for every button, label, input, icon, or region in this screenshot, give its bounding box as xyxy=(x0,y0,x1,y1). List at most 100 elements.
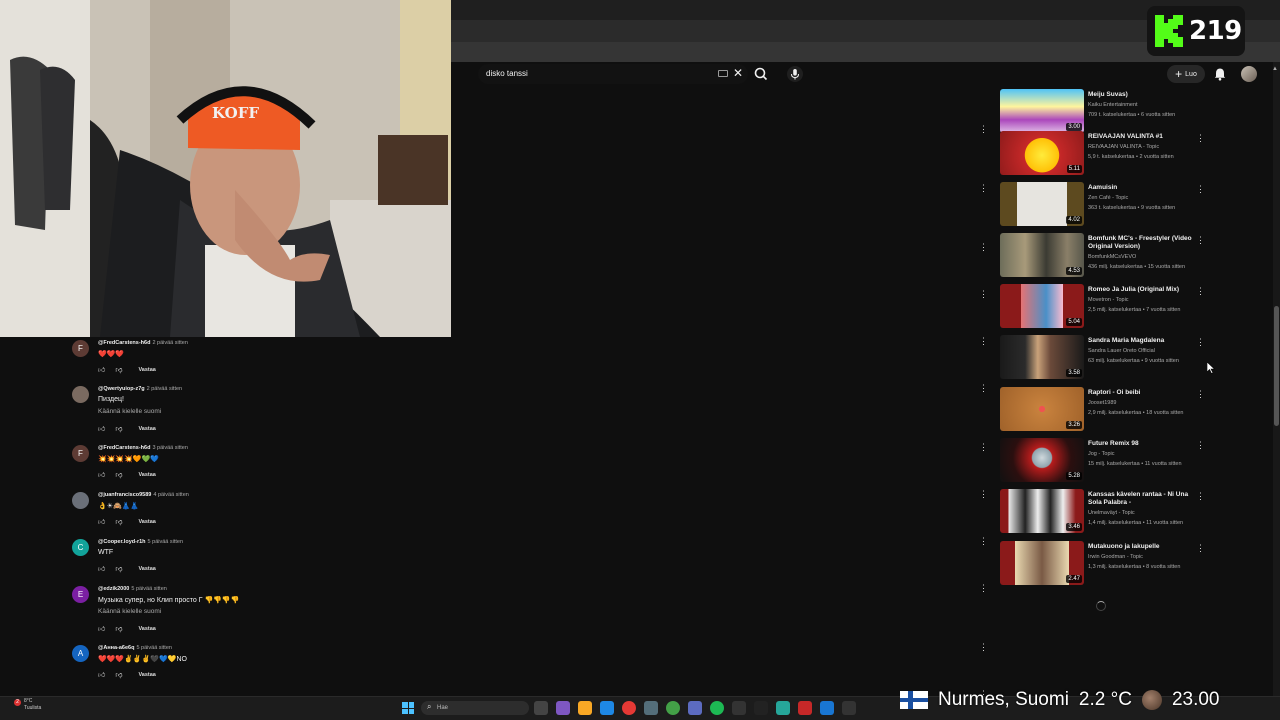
clear-search-icon[interactable]: ✕ xyxy=(733,66,743,80)
like-icon[interactable]: 👍︎ xyxy=(98,470,105,479)
channel-name[interactable]: Irwin Goodman - Topic xyxy=(1088,554,1143,560)
edge-icon[interactable] xyxy=(600,701,614,715)
comment-avatar[interactable]: E xyxy=(72,586,89,603)
video-thumbnail[interactable]: 5.28 xyxy=(1000,438,1084,482)
app-icon[interactable] xyxy=(754,701,768,715)
dislike-icon[interactable]: 👎︎ xyxy=(115,470,122,479)
more-options-icon[interactable]: ⋮ xyxy=(1196,286,1205,297)
page-scrollbar-thumb[interactable] xyxy=(1274,306,1279,426)
more-options-icon[interactable]: ⋮ xyxy=(979,489,988,500)
spotify-icon[interactable] xyxy=(710,701,724,715)
app-icon[interactable] xyxy=(776,701,790,715)
video-thumbnail[interactable]: 5.04 xyxy=(1000,284,1084,328)
video-title[interactable]: Sandra Maria Magdalena xyxy=(1088,337,1200,345)
more-options-icon[interactable]: ⋮ xyxy=(979,583,988,594)
voice-search-button[interactable] xyxy=(786,64,804,84)
recommendation-item[interactable]: 3.26 Raptori - Oi beibi Jooset1989 2,9 m… xyxy=(1000,387,1210,431)
translate-link[interactable]: Käännä kielelle suomi xyxy=(98,408,161,415)
recommendation-item[interactable]: 2.47 Mutakuono ja lakupelle Irwin Goodma… xyxy=(1000,541,1210,585)
like-icon[interactable]: 👍︎ xyxy=(98,365,105,374)
channel-name[interactable]: Jog - Topic xyxy=(1088,451,1115,457)
video-thumbnail[interactable]: 4.53 xyxy=(1000,233,1084,277)
recommendation-item[interactable]: 5.04 Romeo Ja Julia (Original Mix) Movet… xyxy=(1000,284,1210,328)
like-icon[interactable]: 👍︎ xyxy=(98,670,105,679)
video-thumbnail[interactable]: 2.47 xyxy=(1000,541,1084,585)
more-options-icon[interactable]: ⋮ xyxy=(1196,337,1205,348)
dislike-icon[interactable]: 👎︎ xyxy=(115,670,122,679)
more-options-icon[interactable]: ⋮ xyxy=(1196,440,1205,451)
taskbar-search[interactable]: Hae xyxy=(421,701,529,715)
steam-icon[interactable] xyxy=(644,701,658,715)
reply-button[interactable]: Vastaa xyxy=(138,626,155,632)
recommendation-item[interactable]: 4.53 Bomfunk MC's - Freestyler (Video Or… xyxy=(1000,233,1210,277)
scroll-up-arrow-icon[interactable]: ▲ xyxy=(1272,66,1278,72)
reply-button[interactable]: Vastaa xyxy=(138,472,155,478)
notifications-button[interactable] xyxy=(1213,67,1227,81)
recommendation-item[interactable]: 3.00 Meiju Suvas) Kaiku Entertainment 70… xyxy=(1000,89,1210,133)
search-input[interactable]: disko tanssi xyxy=(486,69,528,78)
task-view-icon[interactable] xyxy=(534,701,548,715)
app-icon[interactable] xyxy=(820,701,834,715)
create-button[interactable]: + Luo xyxy=(1167,65,1205,83)
chrome-icon[interactable] xyxy=(622,701,636,715)
video-title[interactable]: Kanssas kävelen rantaa - Ni Una Sola Pal… xyxy=(1088,491,1200,507)
recommendation-item[interactable]: 3.58 Sandra Maria Magdalena Sandra Lauer… xyxy=(1000,335,1210,379)
reply-button[interactable]: Vastaa xyxy=(138,519,155,525)
comment-author[interactable]: @FredCarstens-h6d 2 päivää sitten xyxy=(98,340,188,346)
video-title[interactable]: Future Remix 98 xyxy=(1088,440,1200,448)
reply-button[interactable]: Vastaa xyxy=(138,672,155,678)
channel-name[interactable]: Jooset1989 xyxy=(1088,400,1116,406)
discord-icon[interactable] xyxy=(688,701,702,715)
reply-button[interactable]: Vastaa xyxy=(138,566,155,572)
comment-author[interactable]: @Qwertyuiop-z7g 2 päivää sitten xyxy=(98,386,182,392)
comment-avatar[interactable] xyxy=(72,386,89,403)
dislike-icon[interactable]: 👎︎ xyxy=(115,424,122,433)
more-options-icon[interactable]: ⋮ xyxy=(1196,133,1205,144)
comment-author[interactable]: @Анна-a6e6q 5 päivää sitten xyxy=(98,645,172,651)
more-options-icon[interactable]: ⋮ xyxy=(1196,491,1205,502)
comment-author[interactable]: @juanfrancisco9589 4 päivää sitten xyxy=(98,492,189,498)
channel-name[interactable]: Sandra Lauer Oreto Official xyxy=(1088,348,1155,354)
windows-start-icon[interactable] xyxy=(402,702,414,714)
video-thumbnail[interactable]: 3.26 xyxy=(1000,387,1084,431)
more-options-icon[interactable]: ⋮ xyxy=(979,536,988,547)
comment-avatar[interactable]: A xyxy=(72,645,89,662)
comment-avatar[interactable] xyxy=(72,492,89,509)
like-icon[interactable]: 👍︎ xyxy=(98,624,105,633)
comment-avatar[interactable]: F xyxy=(72,445,89,462)
more-options-icon[interactable]: ⋮ xyxy=(1196,184,1205,195)
video-title[interactable]: Meiju Suvas) xyxy=(1088,91,1200,99)
search-button[interactable] xyxy=(752,66,770,82)
video-title[interactable]: Raptori - Oi beibi xyxy=(1088,389,1200,397)
recommendation-item[interactable]: 5.11 REIVAAJAN VALINTA #1 REIVAAJAN VALI… xyxy=(1000,131,1210,175)
channel-name[interactable]: Unelmaväyt - Topic xyxy=(1088,510,1135,516)
channel-name[interactable]: Kaiku Entertainment xyxy=(1088,102,1138,108)
video-thumbnail[interactable]: 5.11 xyxy=(1000,131,1084,175)
more-options-icon[interactable]: ⋮ xyxy=(1196,543,1205,554)
video-thumbnail[interactable]: 4.02 xyxy=(1000,182,1084,226)
video-thumbnail[interactable]: 3.00 xyxy=(1000,89,1084,133)
more-options-icon[interactable]: ⋮ xyxy=(979,336,988,347)
like-icon[interactable]: 👍︎ xyxy=(98,424,105,433)
like-icon[interactable]: 👍︎ xyxy=(98,564,105,573)
channel-name[interactable]: BomfunkMCsVEVO xyxy=(1088,254,1136,260)
dislike-icon[interactable]: 👎︎ xyxy=(115,564,122,573)
comment-author[interactable]: @FredCarstens-h6d 3 päivää sitten xyxy=(98,445,188,451)
app-icon[interactable] xyxy=(798,701,812,715)
video-title[interactable]: Mutakuono ja lakupelle xyxy=(1088,543,1200,551)
more-options-icon[interactable]: ⋮ xyxy=(979,183,988,194)
video-title[interactable]: REIVAAJAN VALINTA #1 xyxy=(1088,133,1200,141)
copilot-icon[interactable] xyxy=(556,701,570,715)
video-title[interactable]: Aamuisin xyxy=(1088,184,1200,192)
app-icon[interactable] xyxy=(842,701,856,715)
more-options-icon[interactable]: ⋮ xyxy=(979,242,988,253)
dislike-icon[interactable]: 👎︎ xyxy=(115,624,122,633)
app-icon[interactable] xyxy=(732,701,746,715)
reply-button[interactable]: Vastaa xyxy=(138,367,155,373)
recommendation-item[interactable]: 5.28 Future Remix 98 Jog - Topic 15 milj… xyxy=(1000,438,1210,482)
comment-author[interactable]: @edzik2000 5 päivää sitten xyxy=(98,586,167,592)
dislike-icon[interactable]: 👎︎ xyxy=(115,365,122,374)
channel-name[interactable]: REIVAAJAN VALINTA - Topic xyxy=(1088,144,1159,150)
channel-name[interactable]: Zen Café - Topic xyxy=(1088,195,1128,201)
video-title[interactable]: Bomfunk MC's - Freestyler (Video Origina… xyxy=(1088,235,1200,251)
